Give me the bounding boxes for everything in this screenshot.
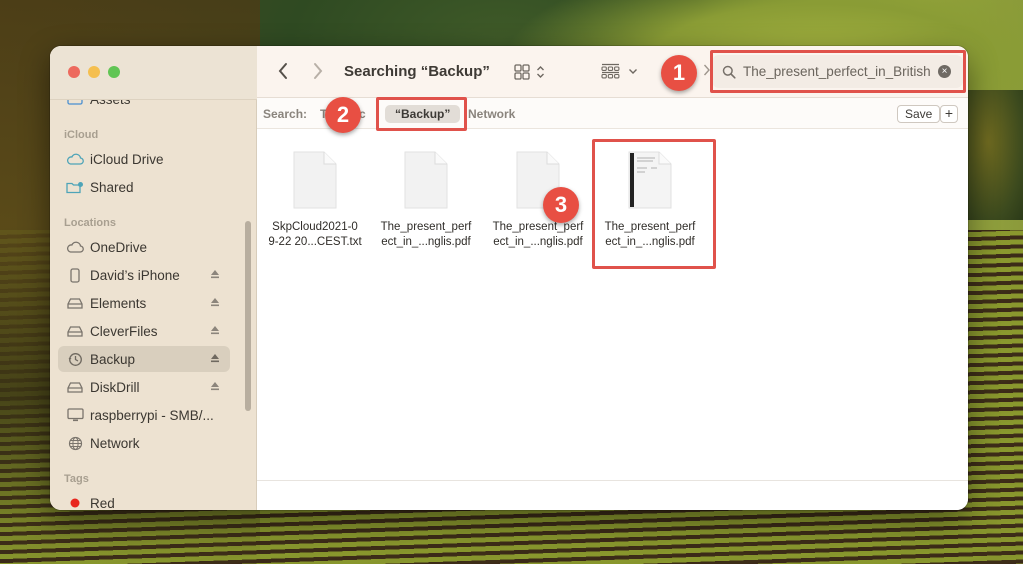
sidebar-item-label: OneDrive <box>90 239 148 255</box>
status-bar <box>257 480 968 510</box>
globe-icon <box>66 436 84 450</box>
eject-icon[interactable] <box>210 297 220 307</box>
eject-icon[interactable] <box>210 381 220 391</box>
tag-dot-icon <box>66 496 84 510</box>
time-machine-icon <box>66 352 84 366</box>
sidebar-item-shared[interactable]: Shared <box>58 174 230 200</box>
sidebar-item-label: CleverFiles <box>90 323 158 339</box>
add-criteria-button[interactable]: + <box>940 105 958 123</box>
forward-button[interactable] <box>312 62 328 82</box>
shared-folder-icon <box>66 180 84 194</box>
sidebar-item-label: Red <box>90 495 115 511</box>
sidebar-item-label: iCloud Drive <box>90 151 164 167</box>
file-item[interactable]: SkpCloud2021-0 9-22 20...CEST.txt <box>260 150 370 250</box>
document-icon <box>292 150 338 210</box>
sidebar-section-icloud: iCloud <box>64 129 99 141</box>
sidebar-section-tags: Tags <box>64 473 89 485</box>
eject-icon[interactable] <box>210 269 220 279</box>
sidebar-item-network[interactable]: Network <box>58 430 230 456</box>
cloud-icon <box>66 240 84 254</box>
drive-icon <box>66 296 84 310</box>
zoom-button[interactable] <box>108 66 120 78</box>
sidebar-item-label: Network <box>90 435 140 451</box>
annotation-box-file <box>592 139 716 269</box>
eject-icon[interactable] <box>210 325 220 335</box>
file-name: The_present_perf ect_in_...nglis.pdf <box>492 221 584 248</box>
back-button[interactable] <box>277 62 293 82</box>
scope-label: Search: <box>263 107 308 121</box>
annotation-box-search <box>710 50 966 93</box>
sidebar-item-label: Elements <box>90 295 147 311</box>
chevron-left-icon <box>278 63 287 79</box>
sidebar-item-onedrive[interactable]: OneDrive <box>58 234 230 260</box>
save-search-button[interactable]: Save <box>897 105 941 123</box>
iphone-icon <box>66 267 84 283</box>
scope-network[interactable]: Network <box>468 107 515 121</box>
cloud-icon <box>66 152 84 166</box>
close-button[interactable] <box>68 66 80 78</box>
sidebar-section-locations: Locations <box>64 217 116 229</box>
search-scope-bar: Search: Tac “Backup” Network Save + <box>257 98 968 129</box>
drive-icon <box>66 380 84 394</box>
finder-window: Assets iCloud iCloud Drive Shared Locati… <box>50 46 968 510</box>
icon-grid-icon <box>514 64 530 80</box>
sidebar-item-icloud-drive[interactable]: iCloud Drive <box>58 146 230 172</box>
file-item[interactable]: The_present_perf ect_in_...nglis.pdf <box>371 150 481 250</box>
document-icon <box>403 150 449 210</box>
display-icon <box>66 408 84 422</box>
sidebar-item-davids-iphone[interactable]: David’s iPhone <box>58 262 230 288</box>
chevron-down-icon <box>629 68 637 74</box>
file-name: The_present_perf ect_in_...nglis.pdf <box>380 221 472 248</box>
sidebar-item-diskdrill[interactable]: DiskDrill <box>58 374 230 400</box>
sidebar: Assets iCloud iCloud Drive Shared Locati… <box>50 46 257 510</box>
sidebar-item-elements[interactable]: Elements <box>58 290 230 316</box>
sidebar-scrollbar[interactable] <box>245 221 251 411</box>
sidebar-item-label: David’s iPhone <box>90 267 180 283</box>
group-icon <box>601 63 620 79</box>
file-name: SkpCloud2021-0 9-22 20...CEST.txt <box>268 221 362 248</box>
sidebar-item-tag-red[interactable]: Red <box>58 490 230 510</box>
window-controls <box>68 66 120 78</box>
annotation-badge-1: 1 <box>661 55 697 91</box>
view-mode-button[interactable] <box>514 64 545 80</box>
annotation-badge-2: 2 <box>325 97 361 133</box>
group-by-button[interactable] <box>601 63 638 79</box>
sidebar-item-cleverfiles[interactable]: CleverFiles <box>58 318 230 344</box>
sidebar-item-raspberrypi[interactable]: raspberrypi - SMB/... <box>58 402 230 428</box>
chevron-updown-icon <box>537 66 544 78</box>
sidebar-item-label: DiskDrill <box>90 379 140 395</box>
sidebar-item-label: Shared <box>90 179 134 195</box>
chevron-right-icon <box>314 63 323 79</box>
drive-icon <box>66 324 84 338</box>
sidebar-item-backup[interactable]: Backup <box>58 346 230 372</box>
sidebar-item-label: raspberrypi - SMB/... <box>90 407 214 423</box>
sidebar-list: Assets iCloud iCloud Drive Shared Locati… <box>50 84 257 510</box>
annotation-box-scope <box>376 97 467 131</box>
window-title: Searching “Backup” <box>344 63 490 80</box>
sidebar-item-label: Backup <box>90 351 136 367</box>
annotation-badge-3: 3 <box>543 187 579 223</box>
eject-icon[interactable] <box>210 353 220 363</box>
minimize-button[interactable] <box>88 66 100 78</box>
